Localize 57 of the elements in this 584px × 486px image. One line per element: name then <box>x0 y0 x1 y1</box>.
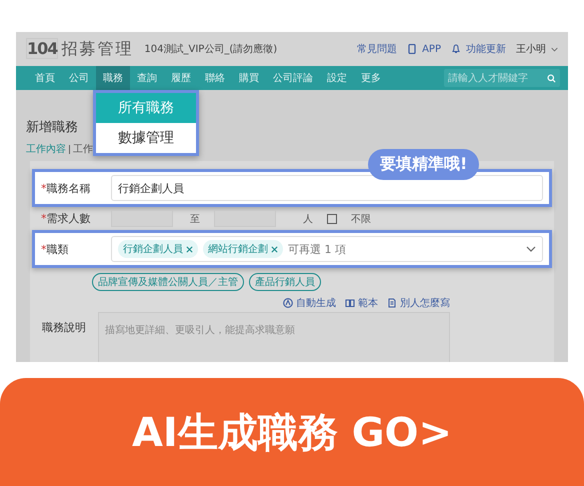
field-label: 需求人數 <box>46 212 90 225</box>
user-menu[interactable]: 王小明 <box>516 42 546 56</box>
required-mark: * <box>41 242 46 256</box>
checkbox[interactable] <box>327 214 337 224</box>
input-field[interactable] <box>214 210 276 227</box>
nav-tab[interactable]: 公司 <box>62 66 96 90</box>
book-icon <box>345 298 355 308</box>
input-field[interactable] <box>111 210 173 227</box>
nav-tab[interactable]: 查詢 <box>130 66 164 90</box>
logo: 104 招募管理 <box>26 38 134 60</box>
search-icon <box>547 74 556 82</box>
menu-item[interactable]: 所有職務 <box>96 93 196 123</box>
unit-label: 人 <box>303 212 313 226</box>
tool-link[interactable]: 別人怎麼寫 <box>400 296 450 310</box>
close-icon[interactable] <box>186 246 193 252</box>
nav-tab[interactable]: 購買 <box>232 66 266 90</box>
tool-link[interactable]: 自動生成 <box>296 296 336 310</box>
step-tab[interactable]: 工作內容 <box>26 142 66 156</box>
nav-tab[interactable]: 履歷 <box>164 66 198 90</box>
speech-bubble: 要填精準哦! <box>368 149 480 180</box>
ai-icon <box>283 298 293 308</box>
required-mark: * <box>41 182 46 194</box>
close-icon[interactable] <box>271 246 278 252</box>
phone-icon <box>407 44 418 54</box>
step-tab[interactable]: 工作 <box>73 142 93 156</box>
banner-button[interactable]: AI生成職務 GO> <box>0 378 584 486</box>
field-label: 職類 <box>46 242 68 256</box>
checkbox-label: 不限 <box>351 212 371 226</box>
hint-text: 可再選 1 項 <box>288 242 346 256</box>
nav-tab[interactable]: 更多 <box>354 66 388 90</box>
select-field[interactable]: 行銷企劃人員 網站行銷企劃 可再選 1 項 <box>111 236 543 262</box>
document-icon <box>387 298 397 308</box>
nav-tab[interactable]: 設定 <box>320 66 354 90</box>
chevron-down-icon <box>526 246 536 252</box>
field-label: 職務名稱 <box>46 182 90 194</box>
text-area[interactable]: 描寫地更詳細、更吸引人，能提高求職意願 <box>98 312 450 362</box>
menu-item[interactable]: 數據管理 <box>96 123 196 153</box>
page-title: 新增職務 <box>26 119 78 136</box>
required-mark: * <box>41 212 46 225</box>
suggestion-chip[interactable]: 品牌宣傳及媒體公關人員／主管 <box>92 273 244 291</box>
tag-chip[interactable]: 網站行銷企劃 <box>203 240 283 258</box>
nav-tab[interactable]: 聯絡 <box>198 66 232 90</box>
nav-tab[interactable]: 公司評論 <box>266 66 320 90</box>
input-field[interactable]: 行銷企劃人員 <box>111 175 543 201</box>
tag-chip[interactable]: 行銷企劃人員 <box>118 240 198 258</box>
range-label: 至 <box>190 212 200 226</box>
caret-icon <box>551 46 558 52</box>
field-label: 職務說明 <box>42 320 87 336</box>
header-link[interactable]: APP <box>422 44 441 54</box>
tool-link[interactable]: 範本 <box>358 296 378 310</box>
suggestion-chip[interactable]: 產品行銷人員 <box>249 273 321 291</box>
company-name: 104測試_VIP公司_(請勿應徵) <box>144 42 278 56</box>
header-link[interactable]: 功能更新 <box>466 42 506 56</box>
bell-icon <box>451 44 461 54</box>
header-link[interactable]: 常見問題 <box>357 42 398 56</box>
nav-tab[interactable]: 職務 <box>96 66 130 90</box>
nav-tab[interactable]: 首頁 <box>28 66 62 90</box>
